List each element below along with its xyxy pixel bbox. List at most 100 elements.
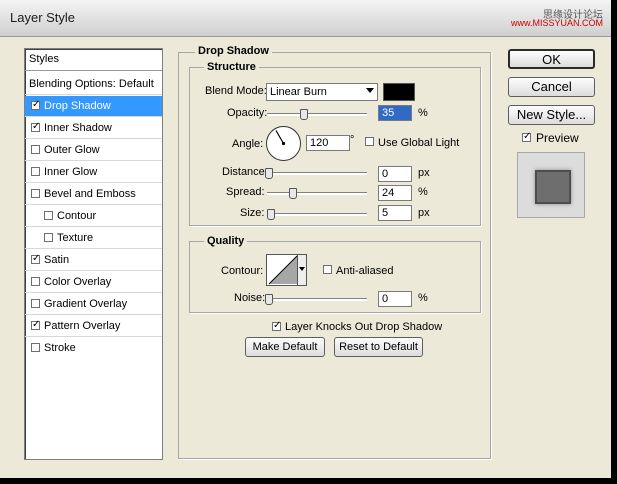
drop-shadow-checkbox[interactable] [31, 99, 40, 111]
blend-mode-value: Linear Burn [270, 86, 327, 98]
opacity-slider-track[interactable] [267, 113, 367, 116]
list-item-pattern-overlay[interactable]: Pattern Overlay [25, 316, 162, 337]
opacity-label: Opacity: [227, 107, 268, 119]
list-item-satin[interactable]: Satin [25, 250, 162, 271]
spread-unit: % [418, 186, 428, 198]
preview-label: Preview [536, 131, 579, 145]
preview-checkbox[interactable] [522, 131, 531, 143]
size-slider-track[interactable] [267, 213, 367, 216]
distance-slider-track[interactable] [267, 172, 367, 175]
list-item-label: Bevel and Emboss [44, 188, 136, 200]
noise-input[interactable]: 0 [378, 291, 412, 307]
use-global-light-label: Use Global Light [378, 137, 460, 149]
use-global-light-checkbox[interactable] [365, 137, 374, 146]
styles-header-label: Styles [29, 53, 59, 65]
angle-input[interactable]: 120 [306, 135, 350, 151]
pattern-overlay-checkbox[interactable] [31, 319, 40, 331]
contour-checkbox[interactable] [44, 211, 53, 220]
color-overlay-checkbox[interactable] [31, 277, 40, 286]
size-label: Size: [240, 207, 265, 219]
spread-label: Spread: [226, 186, 265, 198]
gradient-overlay-checkbox[interactable] [31, 299, 40, 308]
watermark-url: www.MISSYUAN.COM [510, 18, 603, 28]
preview-thumbnail [535, 170, 571, 204]
list-item-stroke[interactable]: Stroke [25, 338, 162, 359]
bevel-emboss-checkbox[interactable] [31, 189, 40, 198]
opacity-unit: % [418, 107, 428, 119]
window-title: Layer Style [10, 10, 76, 25]
list-item-bevel-emboss[interactable]: Bevel and Emboss [25, 184, 162, 205]
angle-label: Angle: [232, 138, 264, 150]
new-style-button[interactable]: New Style... [508, 105, 595, 125]
opacity-slider-thumb[interactable] [300, 109, 308, 120]
contour-picker[interactable] [266, 254, 307, 286]
inner-glow-checkbox[interactable] [31, 167, 40, 176]
list-item-label: Stroke [44, 342, 76, 354]
list-item-drop-shadow[interactable]: Drop Shadow [25, 96, 162, 117]
distance-slider-thumb[interactable] [265, 168, 273, 179]
reset-to-default-button[interactable]: Reset to Default [334, 337, 423, 357]
list-item-label: Texture [57, 232, 94, 244]
chevron-down-icon [366, 88, 374, 93]
contour-label: Contour: [221, 265, 264, 277]
size-input[interactable]: 5 [378, 205, 412, 221]
list-item-label: Gradient Overlay [44, 298, 128, 310]
quality-group [189, 241, 481, 313]
noise-slider-thumb[interactable] [265, 294, 273, 305]
distance-unit: px [418, 167, 430, 179]
texture-checkbox[interactable] [44, 233, 53, 242]
distance-label: Distance: [222, 166, 268, 178]
layer-knocks-out-checkbox[interactable] [272, 320, 281, 332]
anti-aliased-label: Anti-aliased [336, 265, 394, 277]
contour-dropdown-button[interactable] [297, 255, 306, 285]
opacity-input[interactable]: 35 [378, 105, 412, 121]
list-item-label: Satin [44, 254, 70, 266]
cancel-button[interactable]: Cancel [508, 77, 595, 97]
outer-glow-checkbox[interactable] [31, 145, 40, 154]
blend-mode-label: Blend Mode: [205, 85, 267, 97]
list-item-texture[interactable]: Texture [25, 228, 162, 249]
spread-slider-track[interactable] [267, 192, 367, 195]
angle-dial[interactable] [265, 125, 302, 162]
title-bar[interactable]: Layer Style 思缘设计论坛 www.MISSYUAN.COM [0, 0, 611, 37]
list-item-inner-shadow[interactable]: Inner Shadow [25, 118, 162, 139]
anti-aliased-checkbox[interactable] [323, 265, 332, 274]
list-item-label: Drop Shadow [44, 100, 111, 112]
styles-list: Styles Blending Options: Default Drop Sh… [24, 48, 163, 460]
layer-knocks-out-label: Layer Knocks Out Drop Shadow [285, 321, 443, 333]
size-unit: px [418, 207, 430, 219]
satin-checkbox[interactable] [31, 253, 40, 265]
list-item-color-overlay[interactable]: Color Overlay [25, 272, 162, 293]
list-item-label: Contour [57, 210, 97, 222]
preview-swatch [517, 152, 585, 218]
styles-header[interactable]: Styles [25, 49, 162, 71]
spread-slider-thumb[interactable] [289, 188, 297, 199]
blend-mode-select[interactable]: Linear Burn [266, 83, 378, 101]
noise-unit: % [418, 292, 428, 304]
contour-curve-icon [268, 255, 298, 285]
shadow-color-swatch[interactable] [383, 83, 415, 101]
noise-label: Noise: [234, 292, 266, 304]
list-item-inner-glow[interactable]: Inner Glow [25, 162, 162, 183]
angle-unit: ° [350, 134, 355, 146]
inner-shadow-checkbox[interactable] [31, 121, 40, 133]
list-item-label: Inner Glow [44, 166, 98, 178]
make-default-button[interactable]: Make Default [245, 337, 325, 357]
list-item-label: Inner Shadow [44, 122, 112, 134]
layer-style-dialog: Layer Style 思缘设计论坛 www.MISSYUAN.COM Styl… [0, 0, 611, 478]
list-item-label: Outer Glow [44, 144, 100, 156]
list-item-label: Pattern Overlay [44, 320, 121, 332]
stroke-checkbox[interactable] [31, 343, 40, 352]
noise-slider-track[interactable] [267, 298, 367, 301]
list-item-contour[interactable]: Contour [25, 206, 162, 227]
list-item-label: Blending Options: Default [29, 78, 154, 90]
drop-shadow-title: Drop Shadow [195, 45, 272, 57]
list-item-outer-glow[interactable]: Outer Glow [25, 140, 162, 161]
list-item-gradient-overlay[interactable]: Gradient Overlay [25, 294, 162, 315]
list-item-blending-options[interactable]: Blending Options: Default [25, 74, 162, 95]
size-slider-thumb[interactable] [267, 209, 275, 220]
structure-title: Structure [204, 61, 259, 73]
spread-input[interactable]: 24 [378, 185, 412, 201]
ok-button[interactable]: OK [508, 49, 595, 69]
distance-input[interactable]: 0 [378, 166, 412, 182]
